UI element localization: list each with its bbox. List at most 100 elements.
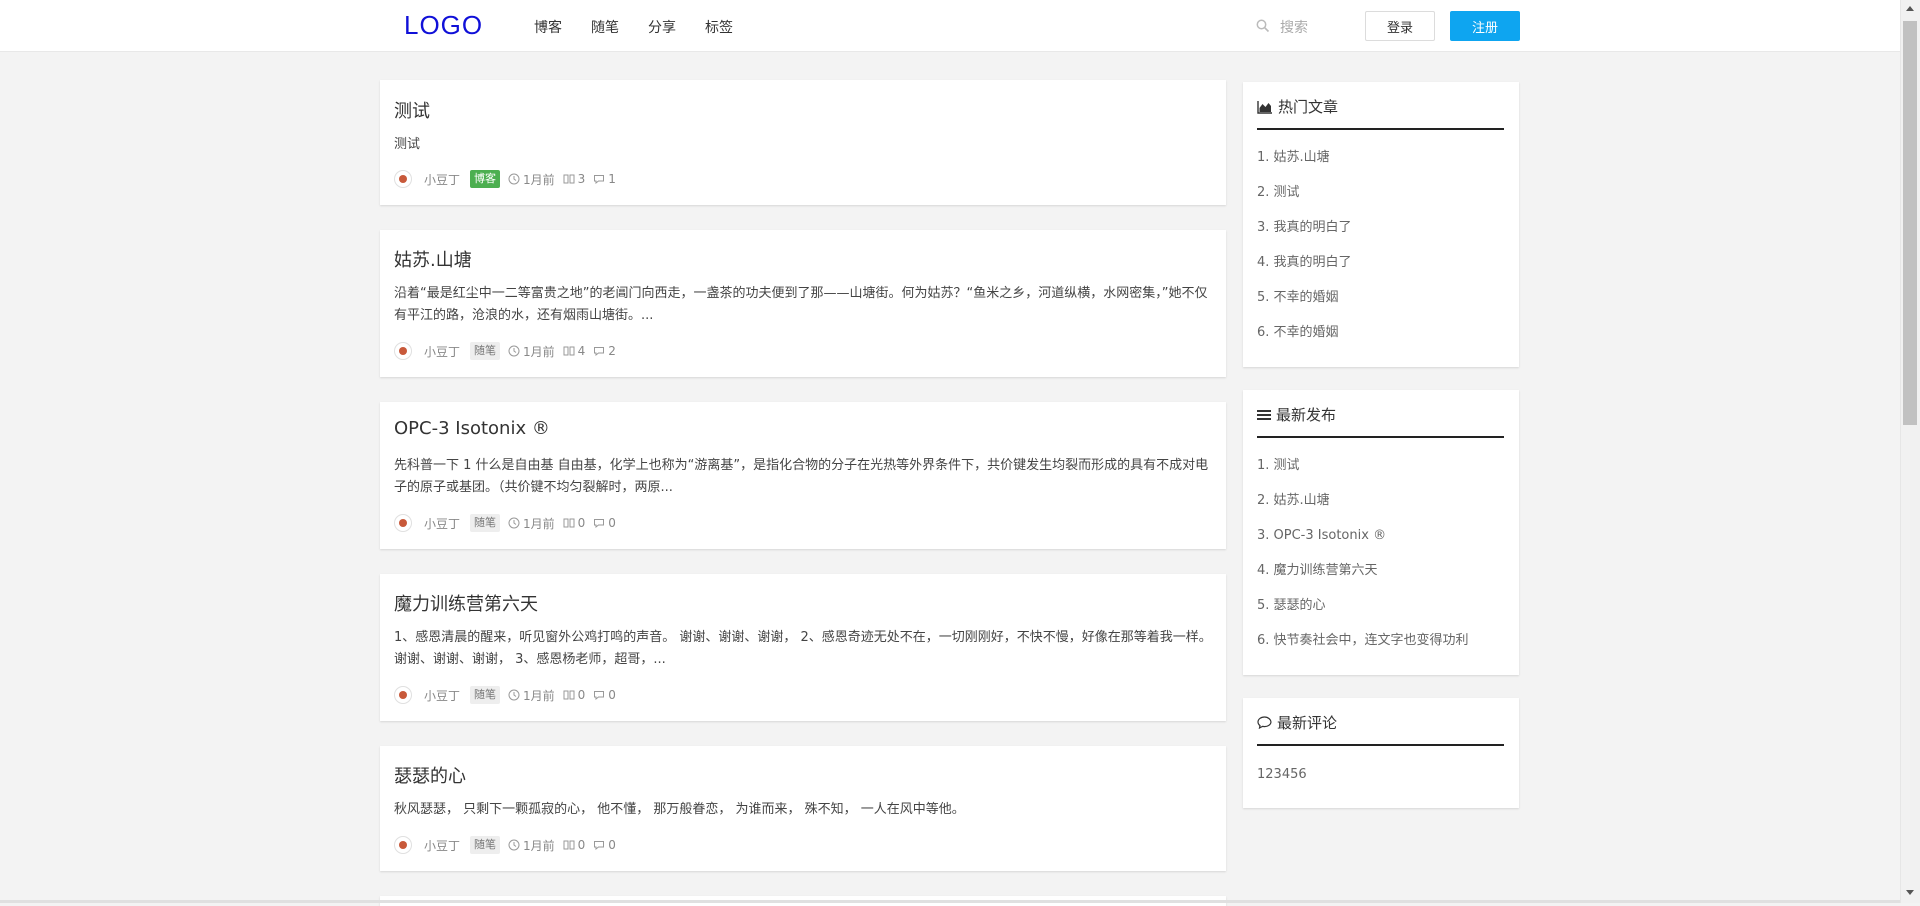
category-badge[interactable]: 博客 bbox=[470, 170, 501, 188]
list-item[interactable]: 1. 测试 bbox=[1257, 456, 1469, 491]
list-item[interactable]: 2. 测试 bbox=[1257, 183, 1352, 218]
nav-item-tags[interactable]: 标签 bbox=[705, 17, 733, 37]
avatar[interactable] bbox=[394, 170, 412, 188]
author-name[interactable]: 小豆丁 bbox=[424, 343, 460, 360]
list-icon bbox=[1257, 409, 1271, 420]
comment-icon bbox=[594, 347, 605, 357]
article-card[interactable]: 瑟瑟的心 秋风瑟瑟， 只剩下一颗孤寂的心， 他不懂， 那万般眷恋， 为谁而来， … bbox=[380, 746, 1226, 871]
login-button[interactable]: 登录 bbox=[1365, 11, 1435, 41]
comment-count: 0 bbox=[593, 516, 616, 530]
comment-count: 2 bbox=[593, 344, 616, 358]
article-summary: 沿着“最是红尘中一二等富贵之地”的老阊门向西走，一盏茶的功夫便到了那——山塘街。… bbox=[394, 286, 1208, 323]
scrollbar-thumb[interactable] bbox=[1903, 21, 1917, 425]
nav-item-share[interactable]: 分享 bbox=[648, 17, 676, 37]
top-navbar: LOGO 博客 随笔 分享 标签 搜索 登录 注册 bbox=[0, 0, 1900, 52]
search-input[interactable]: 搜索 bbox=[1280, 17, 1308, 37]
list-item[interactable]: 6. 快节奏社会中，连文字也变得功利 bbox=[1257, 631, 1469, 666]
area-chart-icon bbox=[1257, 100, 1272, 114]
article-meta: 小豆丁 随笔 1月前 0 0 bbox=[394, 685, 624, 705]
widget-title: 最新发布 bbox=[1257, 404, 1336, 425]
latest-comments-widget: 最新评论 123456 bbox=[1243, 698, 1519, 808]
avatar[interactable] bbox=[394, 686, 412, 704]
widget-title: 最新评论 bbox=[1257, 712, 1337, 733]
article-summary: 1、感恩清晨的醒来，听见窗外公鸡打鸣的声音。 谢谢、谢谢、谢谢， 2、感恩奇迹无… bbox=[394, 630, 1212, 667]
article-meta: 小豆丁 随笔 1月前 4 2 bbox=[394, 341, 624, 361]
article-card[interactable]: OPC-3 Isotonix ® 先科普一下 1 什么是自由基 自由基，化学上也… bbox=[380, 402, 1226, 549]
article-title[interactable]: OPC-3 Isotonix ® bbox=[394, 418, 550, 439]
article-title[interactable]: 魔力训练营第六天 bbox=[394, 590, 538, 616]
latest-articles-list: 1. 测试 2. 姑苏.山塘 3. OPC-3 Isotonix ® 4. 魔力… bbox=[1257, 456, 1469, 666]
list-item[interactable]: 4. 魔力训练营第六天 bbox=[1257, 561, 1469, 596]
article-summary: 秋风瑟瑟， 只剩下一颗孤寂的心， 他不懂， 那万般眷恋， 为谁而来， 殊不知， … bbox=[394, 802, 965, 817]
category-badge[interactable]: 随笔 bbox=[470, 342, 501, 360]
book-icon bbox=[563, 346, 575, 356]
comment-icon bbox=[594, 175, 605, 185]
list-item[interactable]: 1. 姑苏.山塘 bbox=[1257, 148, 1352, 183]
widget-divider bbox=[1257, 436, 1504, 438]
site-logo[interactable]: LOGO bbox=[404, 10, 483, 41]
author-name[interactable]: 小豆丁 bbox=[424, 687, 460, 704]
article-card[interactable]: 魔力训练营第六天 1、感恩清晨的醒来，听见窗外公鸡打鸣的声音。 谢谢、谢谢、谢谢… bbox=[380, 574, 1226, 721]
clock-icon bbox=[508, 173, 520, 185]
author-name[interactable]: 小豆丁 bbox=[424, 837, 460, 854]
search-icon[interactable] bbox=[1256, 18, 1270, 37]
list-item[interactable]: 4. 我真的明白了 bbox=[1257, 253, 1352, 288]
book-icon bbox=[563, 174, 575, 184]
article-meta: 小豆丁 随笔 1月前 0 0 bbox=[394, 513, 624, 533]
avatar[interactable] bbox=[394, 514, 412, 532]
author-name[interactable]: 小豆丁 bbox=[424, 171, 460, 188]
article-card[interactable]: 姑苏.山塘 沿着“最是红尘中一二等富贵之地”的老阊门向西走，一盏茶的功夫便到了那… bbox=[380, 230, 1226, 377]
hot-articles-list: 1. 姑苏.山塘 2. 测试 3. 我真的明白了 4. 我真的明白了 5. 不幸… bbox=[1257, 148, 1352, 358]
article-summary: 先科普一下 1 什么是自由基 自由基，化学上也称为“游离基”，是指化合物的分子在… bbox=[394, 458, 1209, 495]
list-item[interactable]: 5. 不幸的婚姻 bbox=[1257, 288, 1352, 323]
view-count: 0 bbox=[563, 516, 585, 530]
comment-icon bbox=[594, 691, 605, 701]
list-item[interactable]: 3. OPC-3 Isotonix ® bbox=[1257, 526, 1469, 561]
article-meta: 小豆丁 博客 1月前 3 1 bbox=[394, 169, 624, 189]
view-count: 0 bbox=[563, 838, 585, 852]
clock-icon bbox=[508, 689, 520, 701]
comment-count: 0 bbox=[593, 838, 616, 852]
scroll-up-arrow-icon[interactable] bbox=[1906, 6, 1914, 11]
post-time: 1月前 bbox=[508, 343, 555, 360]
article-title[interactable]: 姑苏.山塘 bbox=[394, 246, 472, 272]
clock-icon bbox=[508, 517, 520, 529]
list-item[interactable]: 6. 不幸的婚姻 bbox=[1257, 323, 1352, 358]
nav-item-essay[interactable]: 随笔 bbox=[591, 17, 619, 37]
scroll-down-arrow-icon[interactable] bbox=[1906, 890, 1914, 895]
avatar[interactable] bbox=[394, 342, 412, 360]
list-item[interactable]: 3. 我真的明白了 bbox=[1257, 218, 1352, 253]
hot-articles-widget: 热门文章 1. 姑苏.山塘 2. 测试 3. 我真的明白了 4. 我真的明白了 … bbox=[1243, 82, 1519, 367]
article-title[interactable]: 瑟瑟的心 bbox=[394, 762, 466, 788]
book-icon bbox=[563, 690, 575, 700]
comment-item[interactable]: 123456 bbox=[1257, 767, 1307, 782]
widget-divider bbox=[1257, 744, 1504, 746]
clock-icon bbox=[508, 839, 520, 851]
article-meta: 小豆丁 随笔 1月前 0 0 bbox=[394, 835, 624, 855]
post-time: 1月前 bbox=[508, 687, 555, 704]
latest-articles-widget: 最新发布 1. 测试 2. 姑苏.山塘 3. OPC-3 Isotonix ® … bbox=[1243, 390, 1519, 675]
category-badge[interactable]: 随笔 bbox=[470, 514, 501, 532]
author-name[interactable]: 小豆丁 bbox=[424, 515, 460, 532]
comment-count: 1 bbox=[593, 172, 616, 186]
comment-icon bbox=[594, 519, 605, 529]
clock-icon bbox=[508, 345, 520, 357]
article-title[interactable]: 测试 bbox=[394, 97, 430, 123]
comment-icon bbox=[1257, 716, 1272, 729]
list-item[interactable]: 2. 姑苏.山塘 bbox=[1257, 491, 1469, 526]
list-item[interactable]: 5. 瑟瑟的心 bbox=[1257, 596, 1469, 631]
book-icon bbox=[563, 518, 575, 528]
category-badge[interactable]: 随笔 bbox=[470, 686, 501, 704]
main-nav: 博客 随笔 分享 标签 bbox=[534, 17, 762, 37]
widget-divider bbox=[1257, 128, 1504, 130]
category-badge[interactable]: 随笔 bbox=[470, 836, 501, 854]
view-count: 3 bbox=[563, 172, 585, 186]
nav-item-blog[interactable]: 博客 bbox=[534, 17, 562, 37]
register-button[interactable]: 注册 bbox=[1450, 11, 1520, 41]
avatar[interactable] bbox=[394, 836, 412, 854]
view-count: 0 bbox=[563, 688, 585, 702]
article-card[interactable]: 测试 测试 小豆丁 博客 1月前 3 1 bbox=[380, 80, 1226, 205]
search-box[interactable]: 搜索 bbox=[1256, 17, 1308, 37]
post-time: 1月前 bbox=[508, 515, 555, 532]
widget-title: 热门文章 bbox=[1257, 96, 1338, 117]
